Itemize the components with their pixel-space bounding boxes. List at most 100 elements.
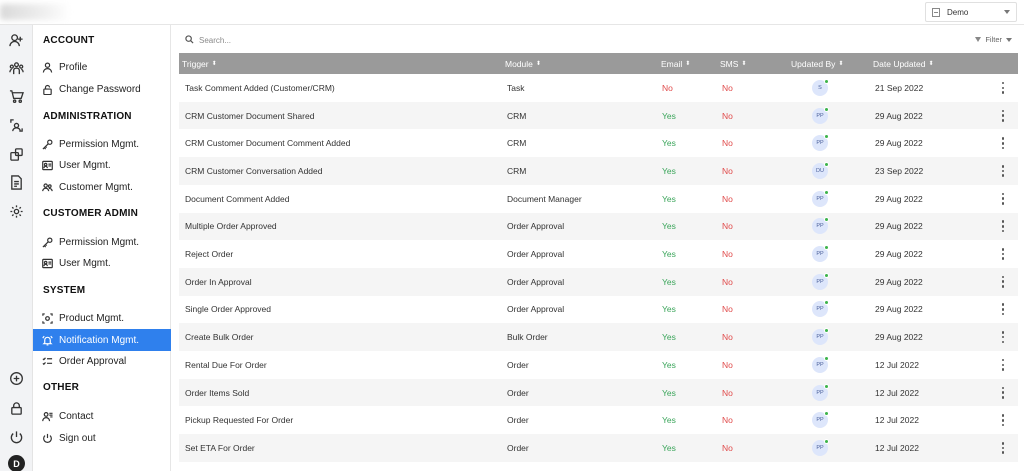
cell-sms: No [722,442,733,453]
user-badge[interactable]: PP [812,106,829,124]
menu-item-notification-mgmt[interactable]: Notification Mgmt. [33,329,171,351]
table-row[interactable]: Set ETA For Order Order Yes No PP 12 Jul 2022 [179,434,1018,462]
table-row[interactable]: Order In Approval Order Approval Yes No PP 29… [179,267,1018,296]
user-badge[interactable]: PP [812,438,829,456]
user-badge[interactable]: PP [812,355,829,373]
more-options-icon[interactable] [997,219,1009,233]
more-options-icon[interactable] [997,302,1009,316]
table-row[interactable]: CRM Customer Conversation Added CRM Yes No D… [179,157,1018,185]
more-options-icon[interactable] [997,81,1009,95]
tenant-selector[interactable]: Demo [925,2,1017,22]
sort-icon: ⬍ [838,60,844,67]
menu-item-permission-mgmt[interactable]: Permission Mgmt. [33,133,171,155]
section-title-system: SYSTEM [43,285,86,296]
document-icon[interactable] [8,174,24,190]
column-header-trigger[interactable]: Trigger ⬍ [182,53,217,74]
user-badge[interactable]: S [812,78,829,96]
table-row[interactable]: Multiple Order Approved Order Approval Yes… [179,212,1018,241]
search-input[interactable] [199,33,499,47]
online-status-dot [824,78,829,84]
user-badge[interactable]: DU [812,161,829,179]
table-row[interactable]: Document Comment Added Document Manager Ye… [179,185,1018,213]
menu-item-customer-mgmt[interactable]: Customer Mgmt. [33,176,171,198]
power-icon[interactable] [8,429,24,445]
column-header-date-updated[interactable]: Date Updated ⬍ [873,53,933,74]
more-options-icon[interactable] [997,109,1009,123]
menu-item-customer-user-mgmt[interactable]: User Mgmt. [33,252,171,274]
more-options-icon[interactable] [997,247,1009,261]
user-sync-icon[interactable] [8,117,24,133]
more-options-icon[interactable] [997,386,1009,400]
filter-button[interactable]: Filter [975,35,1012,44]
user-badge[interactable]: PP [812,217,829,235]
section-title-account: ACCOUNT [43,35,95,46]
box-icon[interactable] [8,146,24,162]
table-row[interactable]: Create Bulk Order Bulk Order Yes No PP 29 Aug… [179,323,1018,351]
user-badge[interactable]: PP [812,272,829,290]
section-title-customer-admin: CUSTOMER ADMIN [43,208,139,219]
column-header-email[interactable]: Email ⬍ [661,53,690,74]
menu-item-sign-out[interactable]: Sign out [33,427,171,449]
menu-item-customer-permission-mgmt[interactable]: Permission Mgmt. [33,231,171,253]
column-header-updated-by[interactable]: Updated By ⬍ [791,53,843,74]
more-options-icon[interactable] [997,136,1009,150]
more-options-icon[interactable] [997,441,1009,455]
section-title-administration: ADMINISTRATION [43,111,132,122]
cell-module: CRM [507,138,527,149]
add-user-icon[interactable] [8,32,24,48]
menu-item-product-mgmt[interactable]: Product Mgmt. [33,307,171,329]
table-row[interactable]: Rental Due For Order Order Yes No PP 12 Jul 2… [179,351,1018,379]
menu-item-order-approval[interactable]: Order Approval [33,350,171,372]
menu-item-profile[interactable]: Profile [33,56,171,78]
menu-item-change-password[interactable]: Change Password [33,78,171,100]
menu-item-user-mgmt[interactable]: User Mgmt. [33,154,171,176]
cell-sms: No [722,165,733,176]
cell-module: Document Manager [507,193,582,204]
row-actions [997,323,1009,351]
cell-trigger: Pickup Requested For Order [185,415,294,426]
gear-icon[interactable] [8,203,24,219]
cell-trigger: CRM Customer Document Shared [185,110,315,121]
row-actions [997,406,1009,434]
row-actions [997,240,1009,268]
user-badge[interactable]: PP [812,189,829,207]
app-logo[interactable] [0,4,70,20]
menu-item-label: Product Mgmt. [59,312,125,324]
more-options-icon[interactable] [997,192,1009,206]
cell-sms: No [722,359,733,370]
column-header-module[interactable]: Module ⬍ [505,53,541,74]
user-badge[interactable]: PP [812,300,829,318]
more-options-icon[interactable] [997,413,1009,427]
column-header-sms[interactable]: SMS ⬍ [720,53,746,74]
user-badge[interactable]: PP [812,134,829,152]
more-options-icon[interactable] [997,164,1009,178]
add-circle-icon[interactable] [8,370,24,386]
table-row[interactable]: Order Items Sold Order Yes No PP 12 Jul 2022 [179,378,1018,407]
table-row[interactable]: Pickup Requested For Order Order Yes No PP 12… [179,406,1018,434]
user-badge[interactable]: PP [812,245,829,263]
cell-trigger: Document Comment Added [185,193,290,204]
cell-date-updated: 29 Aug 2022 [875,193,923,204]
user-badge[interactable]: PP [812,328,829,346]
cart-icon[interactable] [8,88,24,104]
menu-item-label: Notification Mgmt. [59,334,140,346]
cell-trigger: CRM Customer Conversation Added [185,165,323,176]
table-row[interactable]: Task Comment Added (Customer/CRM) Task No N… [179,74,1018,102]
more-options-icon[interactable] [997,275,1009,289]
cell-date-updated: 12 Jul 2022 [875,387,919,398]
menu-item-contact[interactable]: Contact [33,405,171,427]
user-avatar[interactable]: D [8,455,25,471]
table-row[interactable]: Reject Order Order Approval Yes No PP 29 Aug … [179,240,1018,268]
lock-icon[interactable] [8,400,24,416]
cell-updated-by: PP [812,323,829,351]
organization-icon[interactable] [8,60,24,76]
more-options-icon[interactable] [997,330,1009,344]
user-badge[interactable]: PP [812,383,829,401]
user-initials: PP [816,306,824,313]
user-initials: PP [816,417,824,424]
more-options-icon[interactable] [997,358,1009,372]
table-row[interactable]: CRM Customer Document Comment Added CRM Ye… [179,129,1018,157]
table-row[interactable]: CRM Customer Document Shared CRM Yes No PP 29… [179,101,1018,130]
table-row[interactable]: Single Order Approved Order Approval Yes No… [179,296,1018,324]
user-badge[interactable]: PP [812,411,829,429]
